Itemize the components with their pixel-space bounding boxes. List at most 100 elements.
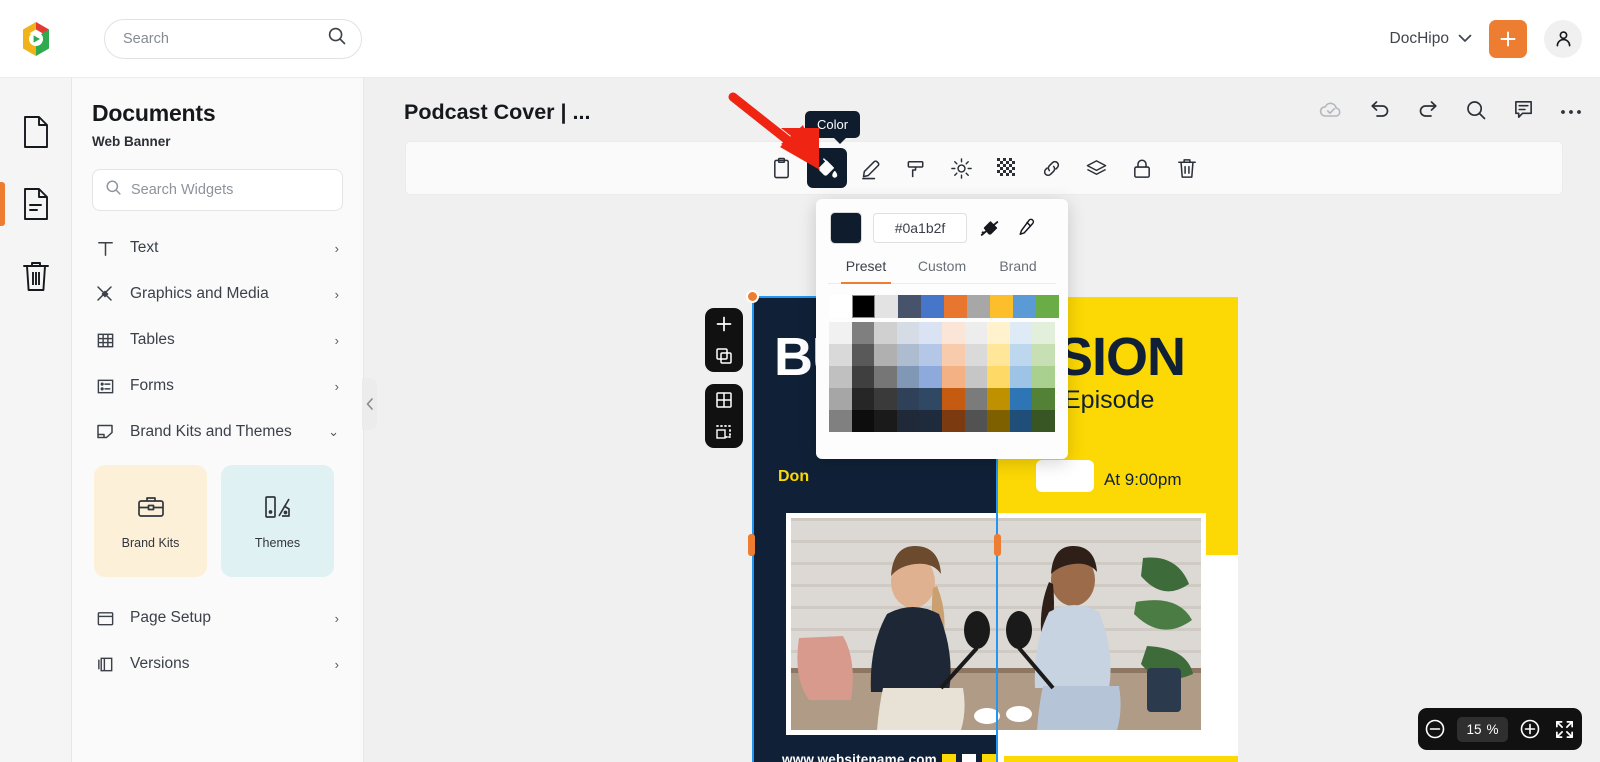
color-swatch[interactable] [919, 410, 942, 432]
search-input[interactable] [123, 30, 327, 47]
fit-screen-icon[interactable] [1552, 716, 1578, 742]
color-swatch[interactable] [896, 344, 920, 366]
sidebar-item-forms[interactable]: Forms › [92, 363, 343, 409]
color-swatch[interactable] [942, 388, 965, 410]
tab-brand[interactable]: Brand [980, 254, 1056, 283]
widget-search[interactable] [92, 169, 343, 211]
color-swatch[interactable] [967, 295, 990, 318]
sidebar-item-tables[interactable]: Tables › [92, 317, 343, 363]
undo-icon[interactable] [1369, 100, 1391, 124]
resize-handle-right[interactable] [994, 534, 1001, 556]
more-options-icon[interactable] [1560, 103, 1582, 121]
dochipo-logo[interactable] [16, 19, 56, 59]
paint-roller-icon[interactable] [897, 148, 937, 188]
color-swatch[interactable] [829, 295, 852, 318]
layers-icon[interactable] [1077, 148, 1117, 188]
resize-handle-left[interactable] [748, 534, 755, 556]
color-swatch[interactable] [829, 388, 852, 410]
color-swatch[interactable] [874, 322, 897, 344]
lock-icon[interactable] [1122, 148, 1162, 188]
color-swatch[interactable] [919, 366, 942, 388]
pencil-edit-icon[interactable] [852, 148, 892, 188]
color-swatch[interactable] [829, 366, 852, 388]
search-icon[interactable] [1465, 99, 1487, 126]
global-search[interactable] [104, 18, 362, 59]
color-swatch[interactable] [942, 344, 965, 366]
color-swatch[interactable] [851, 388, 875, 410]
color-swatch[interactable] [829, 410, 852, 432]
color-swatch[interactable] [1032, 344, 1055, 366]
color-swatch[interactable] [898, 295, 921, 318]
color-swatch[interactable] [896, 388, 920, 410]
color-swatch[interactable] [919, 388, 942, 410]
add-page-icon[interactable] [705, 308, 743, 340]
tab-custom[interactable]: Custom [904, 254, 980, 283]
delete-trash-icon[interactable] [1167, 148, 1207, 188]
color-swatch[interactable] [896, 322, 920, 344]
color-swatch[interactable] [829, 344, 852, 366]
rail-item-templates[interactable] [0, 168, 72, 240]
brand-kits-card[interactable]: Brand Kits [94, 465, 207, 577]
duplicate-page-icon[interactable] [705, 340, 743, 372]
color-swatch[interactable] [942, 410, 965, 432]
sidebar-item-text[interactable]: Text › [92, 225, 343, 271]
current-color-swatch[interactable] [830, 212, 862, 244]
color-swatch[interactable] [964, 322, 988, 344]
no-color-icon[interactable] [978, 216, 1002, 240]
search-widgets-input[interactable] [131, 182, 330, 198]
color-swatch[interactable] [987, 388, 1010, 410]
color-swatch[interactable] [921, 295, 944, 318]
grid-layout-icon[interactable] [705, 384, 743, 416]
cloud-saved-icon[interactable] [1319, 101, 1343, 124]
link-icon[interactable] [1032, 148, 1072, 188]
redo-icon[interactable] [1417, 100, 1439, 124]
color-swatch[interactable] [1032, 322, 1055, 344]
color-swatch[interactable] [851, 344, 875, 366]
color-swatch[interactable] [987, 366, 1010, 388]
crop-select-icon[interactable] [705, 416, 743, 448]
color-swatch[interactable] [1009, 344, 1033, 366]
color-swatch[interactable] [851, 322, 875, 344]
color-swatch[interactable] [874, 344, 897, 366]
color-swatch[interactable] [942, 366, 965, 388]
eyedropper-icon[interactable] [1013, 216, 1037, 240]
zoom-value[interactable]: 15 % [1457, 716, 1508, 742]
rail-item-trash[interactable] [0, 240, 72, 312]
zoom-out-icon[interactable] [1422, 716, 1448, 742]
color-swatch[interactable] [874, 410, 897, 432]
color-swatch[interactable] [964, 344, 988, 366]
tab-preset[interactable]: Preset [828, 254, 904, 284]
sidebar-item-page-setup[interactable]: Page Setup › [92, 595, 343, 641]
resize-handle-top-left[interactable] [746, 290, 759, 303]
color-swatch[interactable] [829, 322, 852, 344]
color-swatch[interactable] [851, 366, 875, 388]
color-swatch[interactable] [944, 295, 967, 318]
color-swatch[interactable] [919, 322, 942, 344]
color-swatch[interactable] [990, 295, 1013, 318]
color-swatch[interactable] [896, 410, 920, 432]
color-swatch[interactable] [1009, 366, 1033, 388]
color-swatch[interactable] [987, 344, 1010, 366]
clipboard-icon[interactable] [762, 148, 802, 188]
color-swatch[interactable] [851, 410, 875, 432]
hex-input[interactable] [873, 213, 967, 243]
color-swatch[interactable] [852, 295, 875, 318]
themes-card[interactable]: Themes [221, 465, 334, 577]
color-swatch[interactable] [919, 344, 942, 366]
sidebar-item-brand-kits-and-themes[interactable]: Brand Kits and Themes ⌄ [92, 409, 343, 455]
transparency-icon[interactable] [987, 148, 1027, 188]
user-avatar-button[interactable] [1544, 19, 1582, 58]
color-swatch[interactable] [987, 322, 1010, 344]
color-swatch[interactable] [1009, 322, 1033, 344]
color-swatch[interactable] [964, 410, 988, 432]
color-swatch[interactable] [874, 388, 897, 410]
color-swatch[interactable] [964, 366, 988, 388]
create-new-button[interactable] [1489, 19, 1527, 58]
color-swatch[interactable] [1013, 295, 1036, 318]
workspace-selector[interactable]: DocHipo [1390, 30, 1472, 48]
color-swatch[interactable] [964, 388, 988, 410]
brightness-icon[interactable] [942, 148, 982, 188]
color-swatch[interactable] [1032, 388, 1055, 410]
color-swatch[interactable] [874, 366, 897, 388]
color-swatch[interactable] [1009, 410, 1033, 432]
